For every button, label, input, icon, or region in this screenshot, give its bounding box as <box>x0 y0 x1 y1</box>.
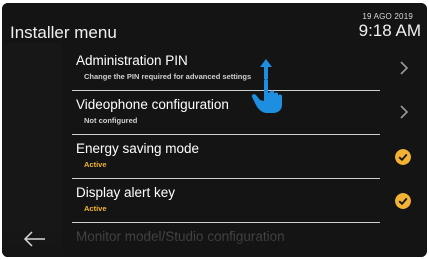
menu-item-sublabel: Not configured <box>84 116 138 125</box>
page-title: Installer menu <box>10 23 117 42</box>
back-arrow-icon[interactable] <box>22 229 48 249</box>
menu-item-sublabel: Change the PIN required for advanced set… <box>84 72 252 81</box>
check-circle-icon[interactable] <box>395 149 411 165</box>
header-bar: Installer menu 19 AGO 2019 9:18 AM <box>2 3 427 43</box>
screen: Installer menu 19 AGO 2019 9:18 AM Admin… <box>2 3 427 257</box>
menu-item-status: Active <box>84 160 107 169</box>
left-side-panel <box>2 43 62 257</box>
menu-item-label: Monitor model/Studio configuration <box>76 229 285 244</box>
menu-item-status: Active <box>84 204 107 213</box>
menu-item-label: Display alert key <box>76 185 176 200</box>
menu-item-monitor-model[interactable]: Monitor model/Studio configuration <box>72 223 427 253</box>
menu-item-label: Administration PIN <box>76 53 188 68</box>
menu-item-label: Energy saving mode <box>76 141 200 156</box>
chevron-right-icon <box>400 61 409 75</box>
menu-item-display-alert-key[interactable]: Display alert key Active <box>72 179 427 223</box>
menu-list: Administration PIN Change the PIN requir… <box>72 47 411 253</box>
swipe-up-hand-icon <box>251 59 282 113</box>
menu-item-energy-saving-mode[interactable]: Energy saving mode Active <box>72 135 427 179</box>
date-label: 19 AGO 2019 <box>362 12 413 21</box>
time-label: 9:18 AM <box>358 21 421 40</box>
chevron-right-icon <box>400 105 409 119</box>
menu-item-label: Videophone configuration <box>76 97 229 112</box>
check-circle-icon[interactable] <box>395 193 411 209</box>
device-frame: Installer menu 19 AGO 2019 9:18 AM Admin… <box>0 0 429 260</box>
